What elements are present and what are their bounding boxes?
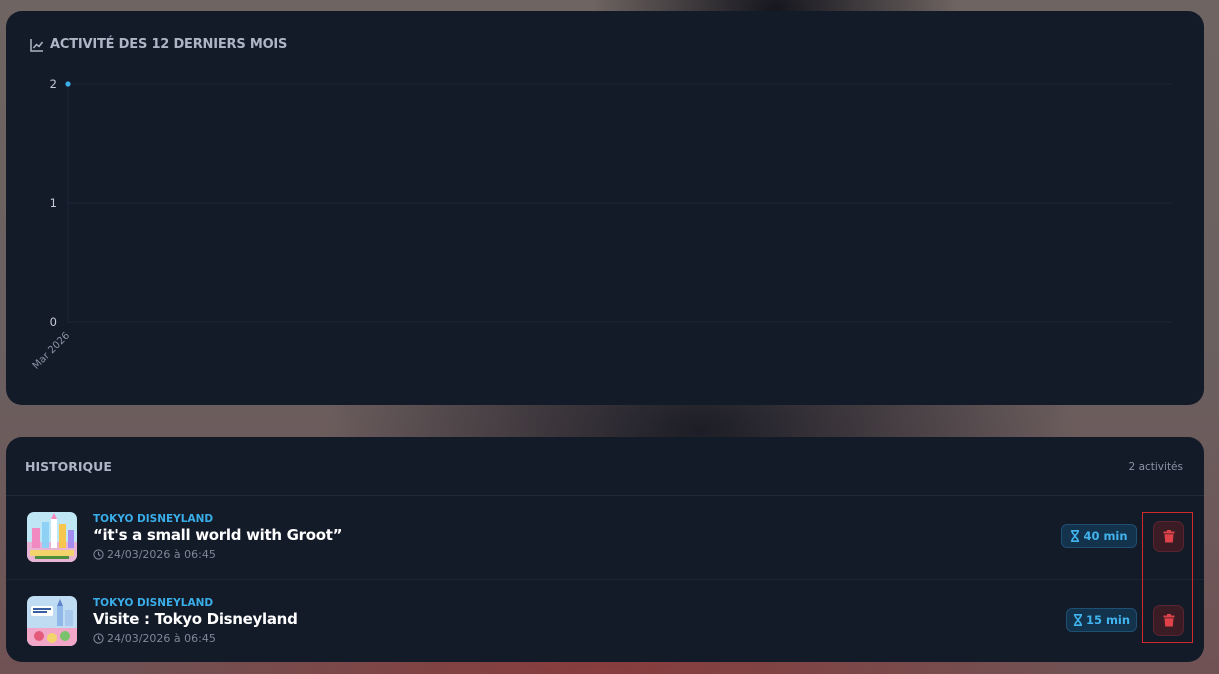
park-name: TOKYO DISNEYLAND	[93, 597, 214, 609]
clock-icon	[93, 549, 104, 560]
clock-icon	[93, 633, 104, 644]
history-row[interactable]: TOKYO DISNEYLAND Visite : Tokyo Disneyla…	[6, 579, 1204, 662]
history-row[interactable]: TOKYO DISNEYLAND “it's a small world wit…	[6, 496, 1204, 579]
date-text: 24/03/2026 à 06:45	[107, 632, 216, 645]
y-tick-label: 0	[50, 315, 57, 329]
duration-badge: 40 min	[1061, 524, 1137, 548]
attraction-name: Visite : Tokyo Disneyland	[93, 610, 298, 628]
history-header: HISTORIQUE 2 activités	[6, 437, 1204, 496]
hourglass-icon	[1073, 614, 1082, 626]
activity-date: 24/03/2026 à 06:45	[93, 632, 216, 645]
data-point	[65, 81, 71, 87]
duration-text: 15 min	[1085, 613, 1131, 627]
activity-chart-card: ACTIVITÉ DES 12 DERNIERS MOIS 0 1 2 Mar 202…	[6, 11, 1204, 405]
tokyo-disney-resort-image	[27, 596, 77, 646]
y-tick-label: 2	[50, 77, 57, 91]
history-card: HISTORIQUE 2 activités TOKYO DISNEYLAND …	[6, 437, 1204, 662]
delete-button[interactable]	[1153, 521, 1184, 552]
delete-button[interactable]	[1153, 605, 1184, 636]
small-world-attraction-image	[27, 512, 77, 562]
trash-icon	[1163, 614, 1174, 627]
hourglass-icon	[1071, 530, 1080, 542]
activity-count: 2 activités	[1128, 461, 1183, 473]
trash-icon	[1163, 530, 1174, 543]
activity-chart: 0 1 2 Mar 2026	[31, 77, 1172, 372]
park-name: TOKYO DISNEYLAND	[93, 513, 214, 525]
duration-text: 40 min	[1083, 529, 1128, 543]
history-title: HISTORIQUE	[25, 459, 112, 474]
date-text: 24/03/2026 à 06:45	[107, 548, 216, 561]
y-tick-label: 1	[50, 196, 57, 210]
attraction-name: “it's a small world with Groot”	[93, 526, 343, 544]
activity-date: 24/03/2026 à 06:45	[93, 548, 216, 561]
duration-badge: 15 min	[1066, 608, 1137, 632]
x-tick-label: Mar 2026	[31, 330, 72, 371]
